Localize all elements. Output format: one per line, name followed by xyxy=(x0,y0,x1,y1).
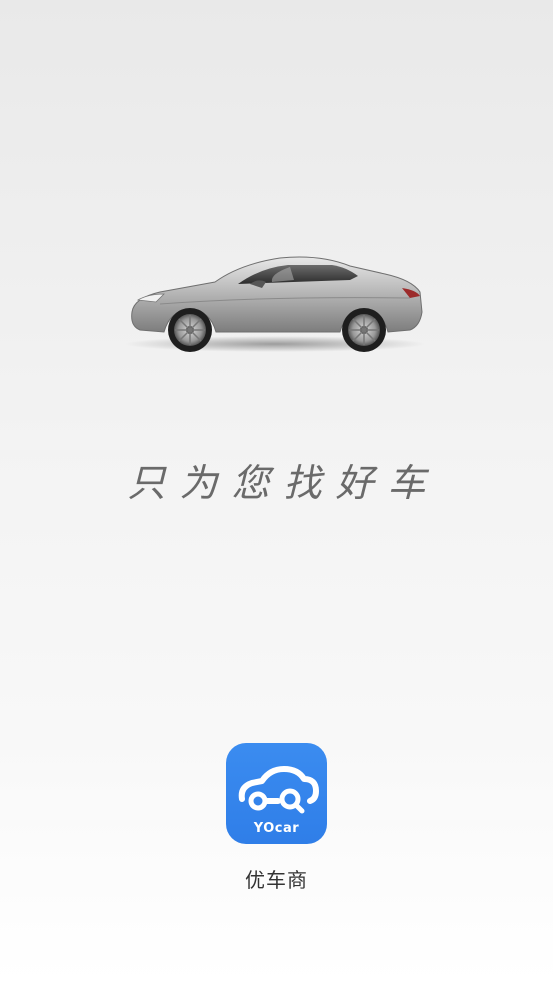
sports-car-image xyxy=(120,240,430,360)
app-name: 优车商 xyxy=(245,868,308,892)
app-logo: YOcar xyxy=(226,743,327,844)
slogan-text: 只为您找好车 xyxy=(127,461,440,505)
brand-text: YOcar xyxy=(253,821,300,836)
splash-screen: 只为您找好车 YOcar 优车商 xyxy=(0,0,553,983)
